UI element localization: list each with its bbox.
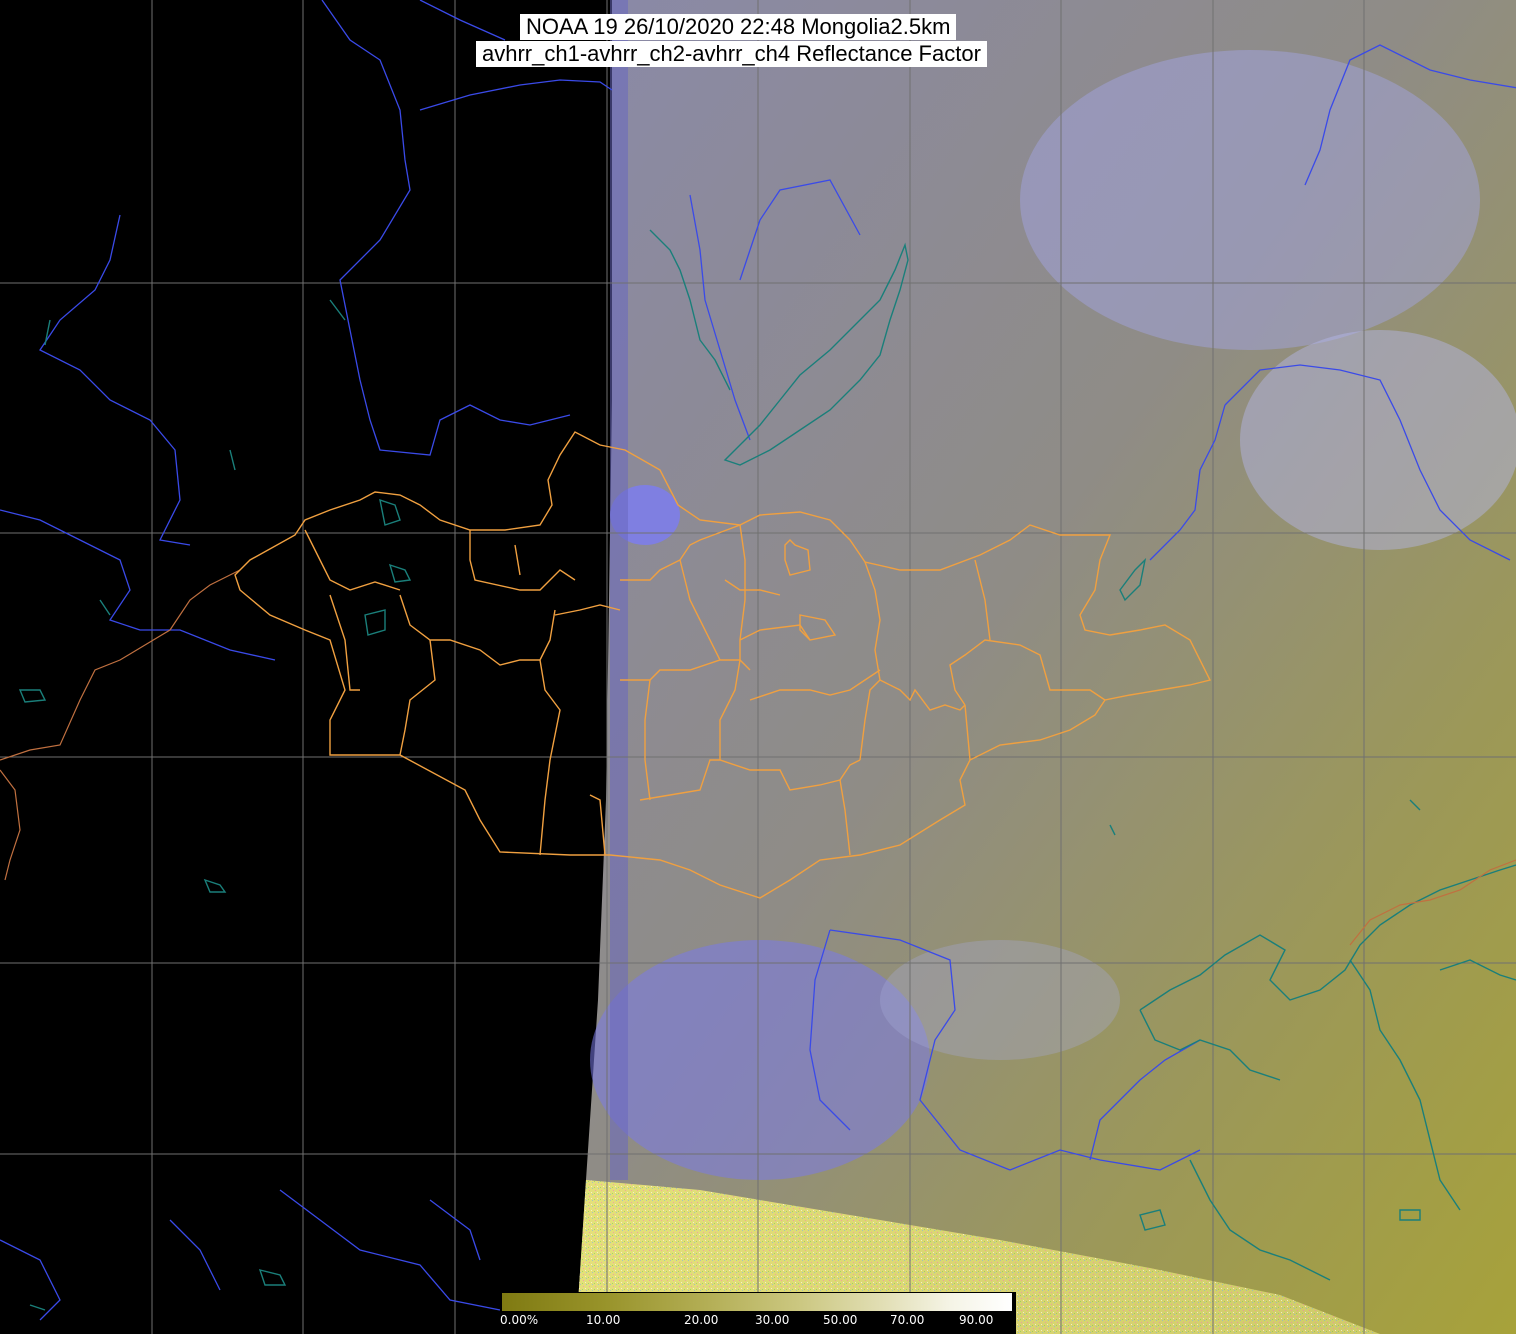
cloud-patch [1240, 330, 1516, 550]
title-line-1: NOAA 19 26/10/2020 22:48 Mongolia2.5km [520, 14, 957, 40]
cloud-patch [880, 940, 1120, 1060]
colorbar-ramp [502, 1293, 1012, 1311]
colorbar-label: 20.00 [684, 1313, 719, 1327]
title-line-2: avhrr_ch1-avhrr_ch2-avhrr_ch4 Reflectanc… [476, 41, 987, 67]
colorbar-label: 70.00 [890, 1313, 925, 1327]
colorbar-label: 0.00% [500, 1313, 539, 1327]
colorbar: 0.00% 10.00 20.00 30.00 50.00 70.00 90.0… [500, 1292, 1016, 1334]
cloud-patch [1020, 50, 1480, 350]
satellite-map [0, 0, 1516, 1334]
scan-edge-band [610, 0, 628, 1180]
colorbar-label: 50.00 [823, 1313, 858, 1327]
colorbar-label: 30.00 [755, 1313, 790, 1327]
cloud-patch [590, 940, 930, 1180]
colorbar-label: 10.00 [586, 1313, 621, 1327]
colorbar-label: 90.00 [959, 1313, 994, 1327]
